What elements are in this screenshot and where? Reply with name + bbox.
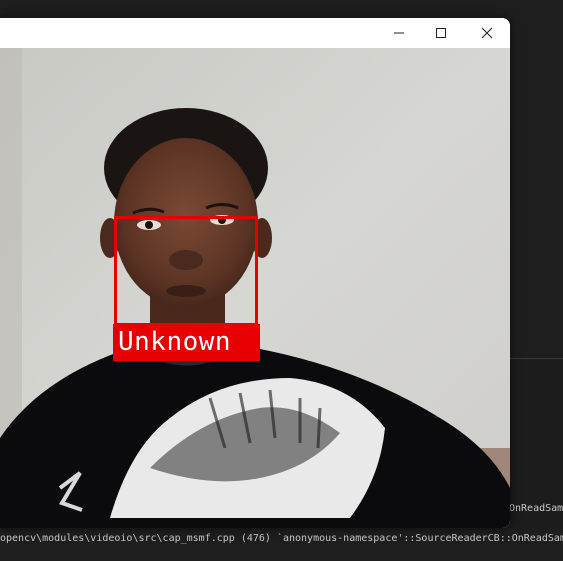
close-button[interactable]	[464, 18, 510, 48]
maximize-icon	[436, 28, 446, 38]
minimize-icon	[394, 32, 404, 34]
face-detection-box	[114, 216, 258, 326]
camera-window: Unknown	[0, 18, 510, 528]
close-icon	[481, 27, 493, 39]
terminal-output-fragment: OnReadSam	[509, 503, 563, 514]
maximize-button[interactable]	[418, 18, 464, 48]
camera-feed: Unknown	[0, 48, 510, 528]
face-label: Unknown	[118, 327, 232, 357]
minimize-button[interactable]	[376, 18, 422, 48]
title-bar[interactable]	[0, 18, 510, 48]
terminal-output-line: opencv\modules\videoio\src\cap_msmf.cpp …	[0, 533, 563, 544]
